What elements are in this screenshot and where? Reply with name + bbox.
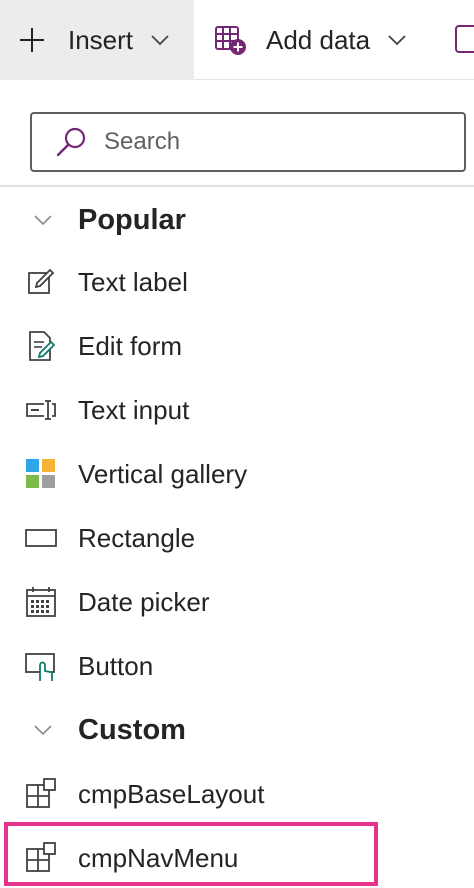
list-item-rectangle[interactable]: Rectangle [0,508,474,568]
section-header-custom[interactable]: Custom [0,700,474,760]
add-data-label: Add data [266,24,371,55]
list-item-date-picker[interactable]: Date picker [0,572,474,632]
item-label: Text input [78,394,190,425]
add-table-icon [215,26,246,55]
vertical-gallery-icon [26,459,55,488]
edit-form-icon [29,331,56,361]
add-data-button[interactable]: Add data [214,0,434,80]
item-label: Button [78,650,154,681]
date-picker-icon [26,587,56,617]
section-title: Popular [78,203,186,236]
search-icon [56,127,86,157]
list-item-text-label[interactable]: Text label [0,252,474,312]
chevron-down-icon [34,215,52,226]
divider [0,185,474,187]
search-box[interactable] [30,112,466,172]
new-screen-icon[interactable] [454,22,474,56]
plus-icon [20,28,44,52]
section-header-popular[interactable]: Popular [0,190,474,250]
command-bar: Insert Add data [0,0,474,80]
item-label: Vertical gallery [78,458,248,489]
item-label: Edit form [78,330,183,361]
text-input-icon [26,400,56,420]
list-item-button[interactable]: Button [0,636,474,696]
chevron-down-icon [151,35,169,46]
search-input[interactable] [104,128,424,156]
insert-label: Insert [68,24,134,55]
list-item-text-input[interactable]: Text input [0,380,474,440]
item-label: Text label [78,266,188,297]
chevron-down-icon [388,35,406,46]
item-label: Rectangle [78,522,196,553]
item-label: Date picker [78,586,210,617]
text-label-icon [28,268,55,294]
component-icon [26,778,56,808]
rectangle-icon [25,529,57,547]
list-item-cmpbaselayout[interactable]: cmpBaseLayout [0,764,474,824]
chevron-down-icon [34,725,52,736]
highlight-box [4,822,378,886]
item-label: cmpBaseLayout [78,778,265,809]
insert-button[interactable]: Insert [0,0,194,80]
list-item-vertical-gallery[interactable]: Vertical gallery [0,444,474,504]
button-icon [25,653,55,681]
list-item-edit-form[interactable]: Edit form [0,316,474,376]
section-title: Custom [78,713,186,746]
